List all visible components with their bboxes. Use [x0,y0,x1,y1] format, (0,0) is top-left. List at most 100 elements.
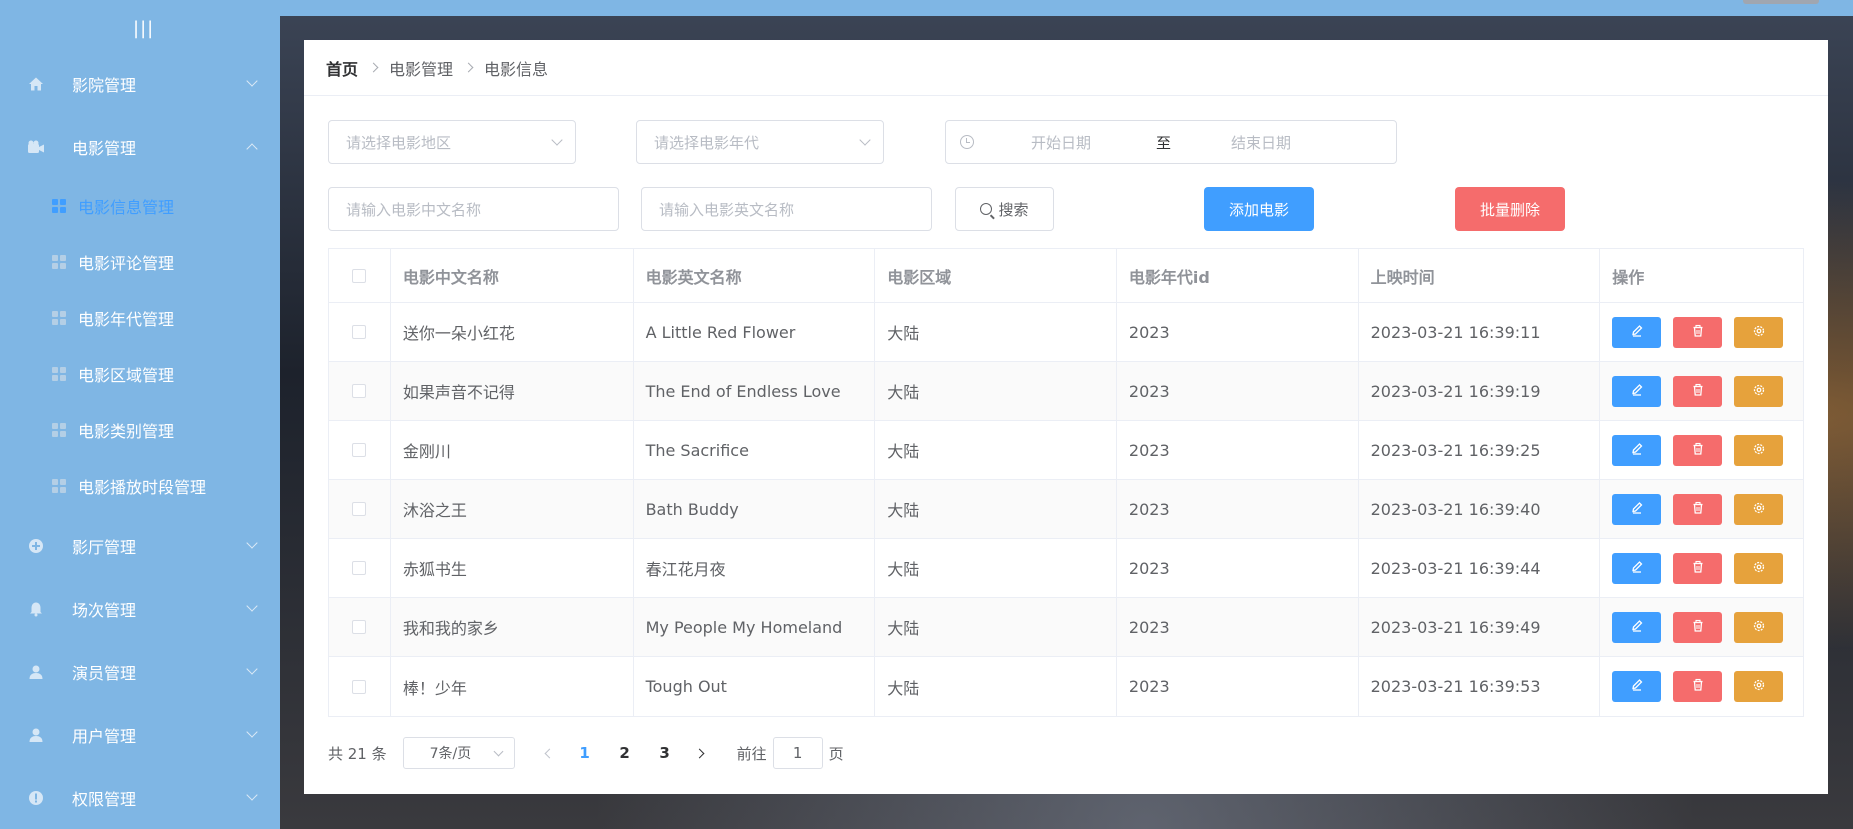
row-checkbox[interactable] [352,325,367,339]
era-id-cell: 2023 [1117,598,1359,656]
goto-page-input[interactable]: 1 [772,737,823,769]
row-select-cell [329,303,391,361]
delete-button[interactable] [1673,671,1723,702]
delete-button[interactable] [1673,434,1723,466]
release-time-cell: 2023-03-21 16:39:49 [1359,598,1601,656]
edit-button[interactable] [1612,552,1662,584]
sidebar-subitem-movie-category[interactable]: 电影类别管理 [0,402,280,458]
en-name-placeholder: 请输入电影英文名称 [659,200,795,219]
sidebar-item-label: 影院管理 [72,75,137,95]
delete-icon [1691,677,1705,696]
sidebar-subitem-movie-info[interactable]: 电影信息管理 [0,178,280,234]
settings-button[interactable] [1734,552,1784,584]
chevron-down-icon [859,134,871,146]
settings-button[interactable] [1734,611,1784,643]
sidebar-item-permission[interactable]: 权限管理 [0,766,280,829]
sidebar-item-label: 用户管理 [72,726,137,746]
select-all-checkbox[interactable] [352,268,367,283]
settings-button[interactable] [1734,316,1784,348]
batch-delete-button[interactable]: 批量删除 [1455,187,1565,231]
edit-button[interactable] [1612,493,1662,525]
sidebar-item-cinema[interactable]: 影院管理 [0,52,280,115]
edit-icon [1630,677,1644,696]
edit-button[interactable] [1612,316,1662,348]
cn-name-cell: 我和我的家乡 [391,598,634,656]
row-checkbox[interactable] [352,561,367,575]
region-cell: 大陆 [875,598,1117,656]
sidebar-subitem-movie-era[interactable]: 电影年代管理 [0,290,280,346]
actions-cell [1600,303,1803,361]
row-checkbox[interactable] [352,443,367,457]
range-separator: 至 [1156,133,1172,152]
era-id-cell: 2023 [1117,539,1359,597]
cn-name-input[interactable]: 请输入电影中文名称 [328,187,619,231]
cn-name-cell: 如果声音不记得 [391,362,634,420]
settings-button[interactable] [1734,434,1784,466]
edit-button[interactable] [1612,375,1662,407]
release-time-cell: 2023-03-21 16:39:44 [1359,539,1601,597]
sidebar-item-user[interactable]: 用户管理 [0,703,280,766]
delete-button[interactable] [1673,316,1723,348]
sidebar-item-movie[interactable]: 电影管理 [0,115,280,178]
search-button[interactable]: 搜索 [955,187,1054,231]
region-cell: 大陆 [875,539,1117,597]
end-date-input[interactable]: 结束日期 [1231,132,1291,153]
row-checkbox[interactable] [352,620,367,634]
delete-button[interactable] [1673,375,1723,407]
chevron-up-icon [246,143,258,155]
table-body: 送你一朵小红花 A Little Red Flower 大陆 2023 2023-03-… [329,303,1803,716]
sidebar-subitem-movie-comments[interactable]: 电影评论管理 [0,234,280,290]
edit-button[interactable] [1612,434,1662,466]
page-number-2[interactable]: 2 [605,744,645,762]
settings-button[interactable] [1734,671,1784,702]
grid-icon [52,423,66,437]
grid-icon [52,367,66,381]
settings-icon [1752,559,1766,578]
en-name-cell: The Sacrifice [634,421,876,479]
sidebar-item-hall[interactable]: 影厅管理 [0,514,280,577]
sidebar-item-actor[interactable]: 演员管理 [0,640,280,703]
header-button[interactable] [1743,0,1819,4]
page-size-select[interactable]: 7条/页 [402,737,515,769]
chevron-down-icon [246,600,258,612]
row-checkbox[interactable] [352,384,367,398]
sidebar-subitem-movie-region[interactable]: 电影区域管理 [0,346,280,402]
next-page-button[interactable] [685,738,715,768]
table-row: 棒！少年 Tough Out 大陆 2023 2023-03-21 16:39:53 [329,657,1803,716]
row-checkbox[interactable] [352,502,367,516]
era-select[interactable]: 请选择电影年代 [636,120,884,164]
sidebar-subitem-movie-timeslot[interactable]: 电影播放时段管理 [0,458,280,514]
header-release-time: 上映时间 [1359,249,1601,302]
grid-icon [52,199,66,213]
main-card: 首页 电影管理 电影信息 请选择电影地区 请选择电影年代 开始日期 至 结束日期… [304,40,1828,794]
cn-name-placeholder: 请输入电影中文名称 [346,200,482,219]
delete-icon [1691,500,1705,519]
settings-button[interactable] [1734,375,1784,407]
cn-name-cell: 赤狐书生 [391,539,634,597]
header-cn-name: 电影中文名称 [391,249,634,302]
edit-button[interactable] [1612,611,1662,643]
start-date-input[interactable]: 开始日期 [1031,132,1091,153]
settings-icon [1752,618,1766,637]
settings-button[interactable] [1734,493,1784,525]
release-date-range-picker[interactable]: 开始日期 至 结束日期 [945,120,1397,164]
region-select[interactable]: 请选择电影地区 [328,120,576,164]
delete-button[interactable] [1673,552,1723,584]
sidebar-item-session[interactable]: 场次管理 [0,577,280,640]
header-select-cell [329,249,391,302]
page-number-3[interactable]: 3 [645,744,685,762]
release-time-cell: 2023-03-21 16:39:25 [1359,421,1601,479]
collapse-toggle-icon[interactable]: ||| [133,18,154,39]
page-number-1[interactable]: 1 [565,744,605,762]
en-name-cell: The End of Endless Love [634,362,876,420]
delete-button[interactable] [1673,493,1723,525]
edit-button[interactable] [1612,671,1662,702]
breadcrumb-home[interactable]: 首页 [326,56,358,80]
en-name-input[interactable]: 请输入电影英文名称 [641,187,932,231]
row-checkbox[interactable] [352,679,367,694]
sidebar-subitem-label: 电影播放时段管理 [78,478,207,497]
add-movie-button[interactable]: 添加电影 [1204,187,1314,231]
table-row: 如果声音不记得 The End of Endless Love 大陆 2023 2023… [329,362,1803,421]
delete-button[interactable] [1673,611,1723,643]
prev-page-button[interactable] [535,738,565,768]
